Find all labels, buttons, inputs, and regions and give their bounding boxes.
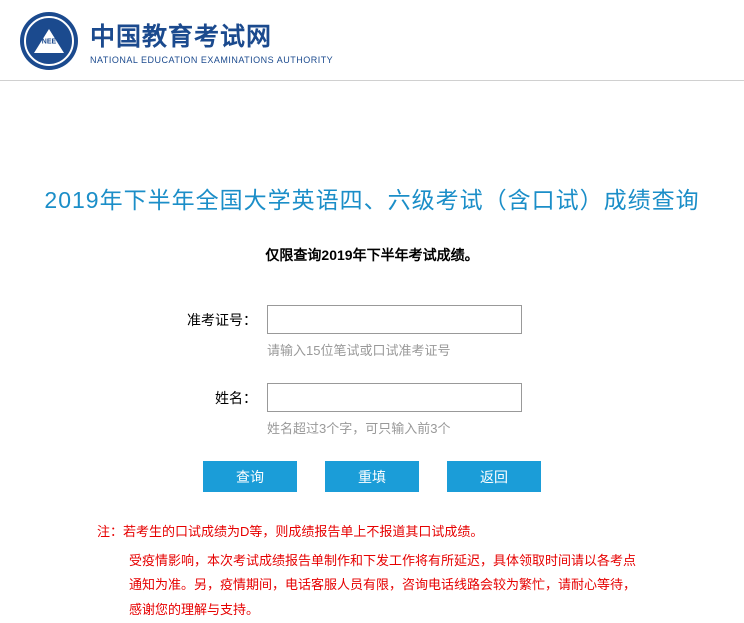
note-line-1: 注：若考生的口试成绩为D等，则成绩报告单上不报道其口试成绩。 (97, 520, 647, 545)
button-row: 查询 重填 返回 (152, 461, 592, 492)
site-header: NEE 中国教育考试网 NATIONAL EDUCATION EXAMINATI… (0, 0, 744, 81)
name-hint: 姓名超过3个字，可只输入前3个 (267, 418, 592, 437)
subtitle: 仅限查询2019年下半年考试成绩。 (40, 245, 704, 265)
name-label: 姓名： (152, 383, 267, 408)
main-content: 2019年下半年全国大学英语四、六级考试（含口试）成绩查询 仅限查询2019年下… (0, 81, 744, 623)
page-title: 2019年下半年全国大学英语四、六级考试（含口试）成绩查询 (40, 181, 704, 215)
query-form: 准考证号： 请输入15位笔试或口试准考证号 姓名： 姓名超过3个字，可只输入前3… (152, 305, 592, 492)
name-input[interactable] (267, 383, 522, 412)
logo-icon: NEE (20, 12, 78, 70)
site-title-en: NATIONAL EDUCATION EXAMINATIONS AUTHORIT… (90, 55, 333, 65)
notes-block: 注：若考生的口试成绩为D等，则成绩报告单上不报道其口试成绩。 受疫情影响，本次考… (97, 520, 647, 623)
reset-button[interactable]: 重填 (325, 461, 419, 492)
ticket-hint: 请输入15位笔试或口试准考证号 (267, 340, 592, 359)
back-button[interactable]: 返回 (447, 461, 541, 492)
ticket-input[interactable] (267, 305, 522, 334)
ticket-row: 准考证号： 请输入15位笔试或口试准考证号 (152, 305, 592, 359)
ticket-label: 准考证号： (152, 305, 267, 330)
site-title-cn: 中国教育考试网 (90, 17, 333, 53)
name-row: 姓名： 姓名超过3个字，可只输入前3个 (152, 383, 592, 437)
title-block: 中国教育考试网 NATIONAL EDUCATION EXAMINATIONS … (90, 17, 333, 65)
query-button[interactable]: 查询 (203, 461, 297, 492)
